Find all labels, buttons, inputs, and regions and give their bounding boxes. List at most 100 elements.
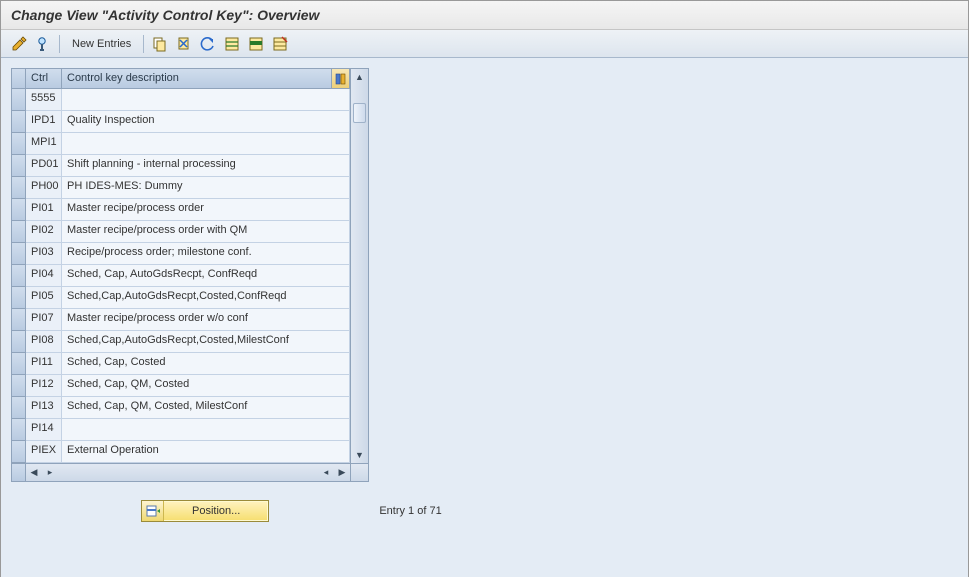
select-block-icon[interactable] bbox=[246, 34, 266, 54]
row-selector[interactable] bbox=[12, 89, 26, 111]
cell-ctrl[interactable]: 5555 bbox=[26, 89, 62, 111]
table-row[interactable]: PI02Master recipe/process order with QM bbox=[12, 221, 350, 243]
row-selector[interactable] bbox=[12, 441, 26, 463]
cell-ctrl[interactable]: PI14 bbox=[26, 419, 62, 441]
delete-icon[interactable] bbox=[174, 34, 194, 54]
row-selector[interactable] bbox=[12, 287, 26, 309]
position-button[interactable]: Position... bbox=[141, 500, 269, 522]
cell-description[interactable]: Quality Inspection bbox=[62, 111, 350, 133]
table-row[interactable]: PI08Sched,Cap,AutoGdsRecpt,Costed,Milest… bbox=[12, 331, 350, 353]
cell-description[interactable]: Sched,Cap,AutoGdsRecpt,Costed,MilestConf bbox=[62, 331, 350, 353]
table-row[interactable]: PI03Recipe/process order; milestone conf… bbox=[12, 243, 350, 265]
table-footer: Position... Entry 1 of 71 bbox=[11, 500, 968, 522]
table-row[interactable]: MPI1 bbox=[12, 133, 350, 155]
cell-ctrl[interactable]: PI11 bbox=[26, 353, 62, 375]
select-all-icon[interactable] bbox=[222, 34, 242, 54]
entry-counter: Entry 1 of 71 bbox=[379, 505, 441, 517]
row-selector[interactable] bbox=[12, 155, 26, 177]
cell-description[interactable]: Master recipe/process order bbox=[62, 199, 350, 221]
cell-ctrl[interactable]: PI01 bbox=[26, 199, 62, 221]
page-title: Change View "Activity Control Key": Over… bbox=[1, 1, 968, 30]
row-selector[interactable] bbox=[12, 353, 26, 375]
cell-ctrl[interactable]: PD01 bbox=[26, 155, 62, 177]
row-selector[interactable] bbox=[12, 375, 26, 397]
horizontal-scrollbar[interactable]: ◀ ▸ ◂ ▶ bbox=[26, 464, 350, 481]
cell-ctrl[interactable]: PH00 bbox=[26, 177, 62, 199]
scroll-left-icon[interactable]: ◀ bbox=[26, 465, 42, 481]
cell-ctrl[interactable]: PI04 bbox=[26, 265, 62, 287]
scroll-thumb[interactable] bbox=[353, 103, 366, 123]
cell-description[interactable] bbox=[62, 419, 350, 441]
table-row[interactable]: 5555 bbox=[12, 89, 350, 111]
table-row[interactable]: PIEXExternal Operation bbox=[12, 441, 350, 463]
column-header-description[interactable]: Control key description bbox=[62, 69, 332, 89]
table-row[interactable]: PD01Shift planning - internal processing bbox=[12, 155, 350, 177]
copy-as-icon[interactable] bbox=[150, 34, 170, 54]
cell-description[interactable]: Sched, Cap, QM, Costed, MilestConf bbox=[62, 397, 350, 419]
cell-description[interactable] bbox=[62, 133, 350, 155]
table-row[interactable]: PI05Sched,Cap,AutoGdsRecpt,Costed,ConfRe… bbox=[12, 287, 350, 309]
find-icon[interactable] bbox=[33, 34, 53, 54]
table-row[interactable]: PI14 bbox=[12, 419, 350, 441]
row-selector[interactable] bbox=[12, 265, 26, 287]
cell-description[interactable]: Sched, Cap, QM, Costed bbox=[62, 375, 350, 397]
cell-description[interactable]: Master recipe/process order with QM bbox=[62, 221, 350, 243]
cell-ctrl[interactable]: PIEX bbox=[26, 441, 62, 463]
scroll-right-step-icon[interactable]: ◂ bbox=[318, 465, 334, 481]
row-selector[interactable] bbox=[12, 243, 26, 265]
row-selector[interactable] bbox=[12, 397, 26, 419]
table-row[interactable]: PI07Master recipe/process order w/o conf bbox=[12, 309, 350, 331]
table-row[interactable]: PI01Master recipe/process order bbox=[12, 199, 350, 221]
cell-description[interactable]: Sched, Cap, AutoGdsRecpt, ConfReqd bbox=[62, 265, 350, 287]
cell-description[interactable]: Shift planning - internal processing bbox=[62, 155, 350, 177]
column-header-ctrl[interactable]: Ctrl bbox=[26, 69, 62, 89]
cell-ctrl[interactable]: PI12 bbox=[26, 375, 62, 397]
cell-description[interactable]: PH IDES-MES: Dummy bbox=[62, 177, 350, 199]
select-all-header[interactable] bbox=[12, 69, 26, 89]
scroll-down-icon[interactable]: ▼ bbox=[352, 447, 368, 463]
hscroll-track[interactable] bbox=[58, 464, 318, 481]
position-icon bbox=[142, 501, 164, 521]
row-selector[interactable] bbox=[12, 111, 26, 133]
table-row[interactable]: PI13Sched, Cap, QM, Costed, MilestConf bbox=[12, 397, 350, 419]
row-selector[interactable] bbox=[12, 221, 26, 243]
cell-ctrl[interactable]: PI08 bbox=[26, 331, 62, 353]
toolbar-separator bbox=[59, 35, 60, 53]
cell-ctrl[interactable]: PI02 bbox=[26, 221, 62, 243]
cell-ctrl[interactable]: PI05 bbox=[26, 287, 62, 309]
table-row[interactable]: PH00PH IDES-MES: Dummy bbox=[12, 177, 350, 199]
change-display-icon[interactable] bbox=[9, 34, 29, 54]
cell-ctrl[interactable]: IPD1 bbox=[26, 111, 62, 133]
vertical-scrollbar[interactable]: ▲ ▼ bbox=[350, 69, 368, 463]
cell-ctrl[interactable]: PI03 bbox=[26, 243, 62, 265]
table-row[interactable]: PI11Sched, Cap, Costed bbox=[12, 353, 350, 375]
row-selector[interactable] bbox=[12, 309, 26, 331]
table-row[interactable]: PI12Sched, Cap, QM, Costed bbox=[12, 375, 350, 397]
scroll-right-icon[interactable]: ▶ bbox=[334, 465, 350, 481]
scroll-track[interactable] bbox=[351, 85, 368, 447]
row-selector[interactable] bbox=[12, 419, 26, 441]
row-selector[interactable] bbox=[12, 133, 26, 155]
table-header: Ctrl Control key description bbox=[12, 69, 350, 89]
cell-description[interactable]: Master recipe/process order w/o conf bbox=[62, 309, 350, 331]
table-row[interactable]: IPD1Quality Inspection bbox=[12, 111, 350, 133]
deselect-all-icon[interactable] bbox=[270, 34, 290, 54]
cell-description[interactable]: External Operation bbox=[62, 441, 350, 463]
row-selector[interactable] bbox=[12, 199, 26, 221]
new-entries-button[interactable]: New Entries bbox=[66, 36, 137, 52]
cell-ctrl[interactable]: PI13 bbox=[26, 397, 62, 419]
cell-description[interactable]: Recipe/process order; milestone conf. bbox=[62, 243, 350, 265]
cell-description[interactable] bbox=[62, 89, 350, 111]
cell-description[interactable]: Sched, Cap, Costed bbox=[62, 353, 350, 375]
scroll-up-icon[interactable]: ▲ bbox=[352, 69, 368, 85]
row-selector[interactable] bbox=[12, 177, 26, 199]
table-row[interactable]: PI04Sched, Cap, AutoGdsRecpt, ConfReqd bbox=[12, 265, 350, 287]
scroll-left-step-icon[interactable]: ▸ bbox=[42, 465, 58, 481]
cell-ctrl[interactable]: MPI1 bbox=[26, 133, 62, 155]
undo-change-icon[interactable] bbox=[198, 34, 218, 54]
cell-description[interactable]: Sched,Cap,AutoGdsRecpt,Costed,ConfReqd bbox=[62, 287, 350, 309]
cell-ctrl[interactable]: PI07 bbox=[26, 309, 62, 331]
table-settings-icon[interactable] bbox=[332, 69, 350, 89]
toolbar: New Entries www.tutorialkart.com bbox=[1, 30, 968, 58]
row-selector[interactable] bbox=[12, 331, 26, 353]
